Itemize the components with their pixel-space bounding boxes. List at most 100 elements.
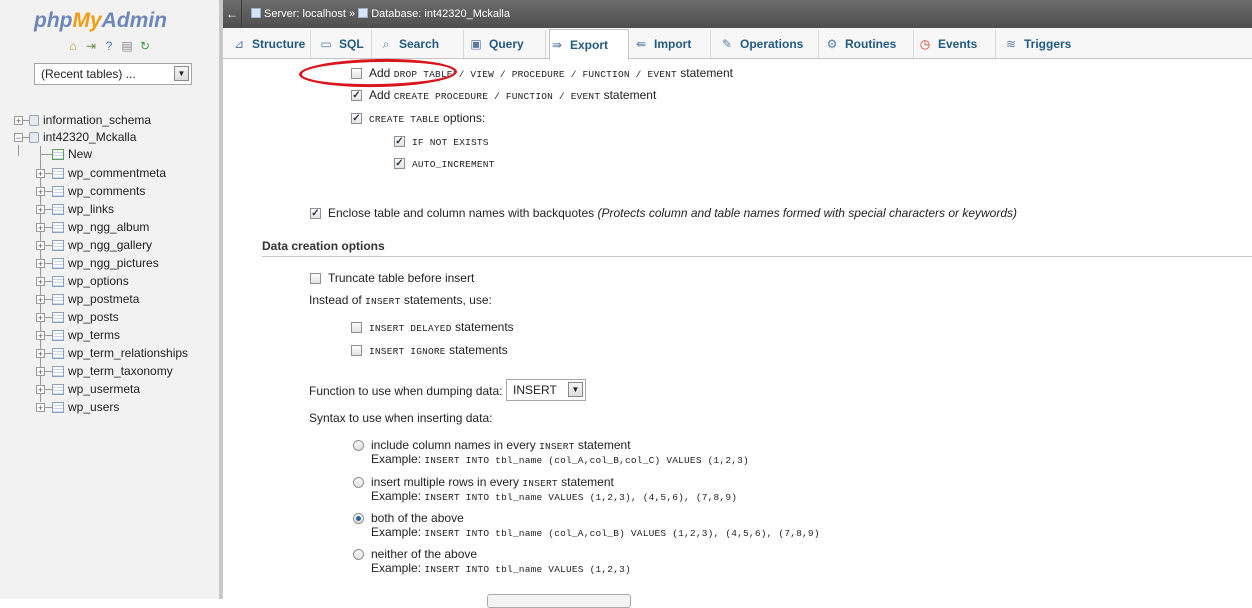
docs-icon[interactable]: ▤ xyxy=(120,40,134,53)
tab-sql[interactable]: ▭ SQL xyxy=(319,30,372,58)
auto-increment-label[interactable]: AUTO_INCREMENT xyxy=(412,155,495,173)
annotation-circle xyxy=(298,57,458,89)
truncate-checkbox[interactable] xyxy=(310,273,321,284)
table-icon xyxy=(52,384,64,395)
reload-icon[interactable]: ↻ xyxy=(138,40,152,53)
breadcrumb: Server: localhost » Database: int42320_M… xyxy=(251,0,510,28)
insert-ignore-checkbox[interactable] xyxy=(351,345,362,356)
expand-icon[interactable]: + xyxy=(36,241,45,251)
database-icon xyxy=(358,8,369,18)
expand-icon[interactable]: + xyxy=(36,385,45,395)
if-not-exists-checkbox[interactable]: ✓ xyxy=(394,136,405,147)
tab-structure[interactable]: ⊿ Structure xyxy=(232,30,311,58)
panel-resize-handle[interactable] xyxy=(219,0,223,599)
tab-triggers[interactable]: ≋ Triggers xyxy=(1004,30,1084,58)
expand-icon[interactable]: + xyxy=(36,403,45,413)
breadcrumb-server[interactable]: Server: localhost xyxy=(264,8,346,20)
collapse-nav-button[interactable]: ← xyxy=(223,0,242,28)
collapse-icon[interactable]: − xyxy=(14,133,23,143)
syntax-radio-include-columns[interactable] xyxy=(353,440,364,451)
syntax-example: Example: INSERT INTO tbl_name (col_A,col… xyxy=(371,525,820,539)
expand-icon[interactable]: + xyxy=(36,223,45,233)
new-table-icon xyxy=(52,149,64,160)
backquotes-checkbox[interactable]: ✓ xyxy=(310,208,321,219)
tab-import[interactable]: ⇚ Import xyxy=(634,30,711,58)
create-table-label[interactable]: CREATE TABLE options: xyxy=(369,110,485,128)
logout-icon[interactable]: ⇥ xyxy=(84,40,98,53)
import-icon: ⇚ xyxy=(635,37,647,51)
tab-events[interactable]: ◷ Events xyxy=(918,30,996,58)
create-table-checkbox[interactable]: ✓ xyxy=(351,113,362,124)
expand-icon[interactable]: + xyxy=(36,367,45,377)
server-icon xyxy=(251,8,261,18)
recent-tables-select[interactable]: (Recent tables) ... ▼ xyxy=(34,63,192,85)
expand-icon[interactable]: + xyxy=(36,313,45,323)
triggers-icon: ≋ xyxy=(1005,37,1017,51)
table-icon xyxy=(52,366,64,377)
syntax-radio-multiple-rows[interactable] xyxy=(353,477,364,488)
operations-icon: ✎ xyxy=(721,37,733,51)
insert-delayed-label[interactable]: INSERT DELAYED statements xyxy=(369,319,514,337)
tab-routines[interactable]: ⚙ Routines xyxy=(825,30,914,58)
syntax-example: Example: INSERT INTO tbl_name (col_A,col… xyxy=(371,452,749,466)
chevron-down-icon: ▼ xyxy=(568,382,583,397)
phpmyadmin-logo[interactable]: phpMyAdmin xyxy=(34,9,167,33)
database-icon xyxy=(29,132,39,143)
add-create-label[interactable]: Add CREATE PROCEDURE / FUNCTION / EVENT … xyxy=(369,87,656,105)
instead-of-label: Instead of INSERT statements, use: xyxy=(309,293,492,307)
table-icon xyxy=(52,348,64,359)
table-icon xyxy=(52,258,64,269)
tab-export[interactable]: ⇛ Export xyxy=(549,29,629,61)
expand-icon[interactable]: + xyxy=(36,259,45,269)
function-select[interactable]: INSERT ▼ xyxy=(506,379,586,401)
table-icon xyxy=(52,168,64,179)
syntax-radio-both[interactable] xyxy=(353,513,364,524)
breadcrumb-database[interactable]: Database: int42320_Mckalla xyxy=(371,8,510,20)
go-button[interactable] xyxy=(487,594,631,608)
home-icon[interactable]: ⌂ xyxy=(66,40,80,53)
table-icon xyxy=(52,276,64,287)
tab-operations[interactable]: ✎ Operations xyxy=(720,30,819,58)
expand-icon[interactable]: + xyxy=(36,349,45,359)
if-not-exists-label[interactable]: IF NOT EXISTS xyxy=(412,133,489,151)
backquotes-label[interactable]: Enclose table and column names with back… xyxy=(328,205,1017,221)
help-icon[interactable]: ? xyxy=(102,40,116,53)
syntax-example: Example: INSERT INTO tbl_name VALUES (1,… xyxy=(371,561,631,575)
table-icon xyxy=(52,240,64,251)
expand-icon[interactable]: + xyxy=(36,277,45,287)
insert-ignore-label[interactable]: INSERT IGNORE statements xyxy=(369,342,508,360)
database-icon xyxy=(29,115,39,126)
syntax-radio-neither[interactable] xyxy=(353,549,364,560)
expand-icon[interactable]: + xyxy=(36,169,45,179)
syntax-example: Example: INSERT INTO tbl_name VALUES (1,… xyxy=(371,489,738,503)
chevron-down-icon: ▼ xyxy=(174,66,189,81)
add-create-checkbox[interactable]: ✓ xyxy=(351,90,362,101)
table-icon xyxy=(52,402,64,413)
quick-icons: ⌂ ⇥ ? ▤ ↻ xyxy=(66,40,152,53)
query-icon: ▣ xyxy=(470,37,482,51)
tab-query[interactable]: ▣ Query xyxy=(469,30,546,58)
sql-icon: ▭ xyxy=(320,37,332,51)
tree-line xyxy=(18,145,19,156)
table-icon xyxy=(52,294,64,305)
divider xyxy=(262,256,1252,257)
table-icon xyxy=(52,312,64,323)
expand-icon[interactable]: + xyxy=(36,205,45,215)
tree-line xyxy=(40,146,41,402)
search-icon: ⌕ xyxy=(382,37,390,51)
expand-icon[interactable]: + xyxy=(36,331,45,341)
section-title-data-creation: Data creation options xyxy=(262,239,385,253)
expand-icon[interactable]: + xyxy=(14,116,23,126)
expand-icon[interactable]: + xyxy=(36,187,45,197)
insert-delayed-checkbox[interactable] xyxy=(351,322,362,333)
expand-icon[interactable]: + xyxy=(36,295,45,305)
table-icon xyxy=(52,330,64,341)
table-icon xyxy=(52,186,64,197)
navigation-panel: phpMyAdmin ⌂ ⇥ ? ▤ ↻ (Recent tables) ...… xyxy=(0,0,219,599)
auto-increment-checkbox[interactable]: ✓ xyxy=(394,158,405,169)
tab-search[interactable]: ⌕ Search xyxy=(379,30,464,58)
export-icon: ⇛ xyxy=(551,38,563,52)
truncate-label[interactable]: Truncate table before insert xyxy=(328,270,474,286)
function-label: Function to use when dumping data: xyxy=(309,384,503,398)
routines-icon: ⚙ xyxy=(826,37,838,51)
